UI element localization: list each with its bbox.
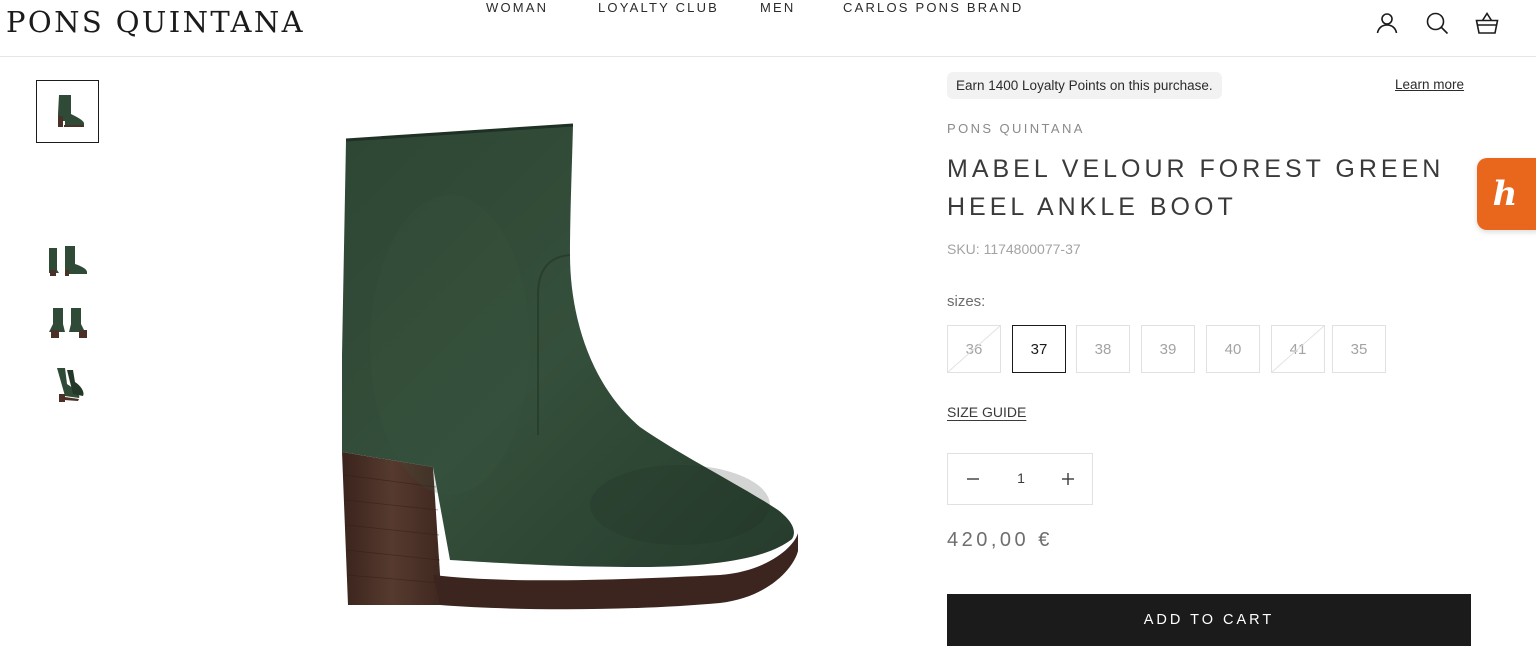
site-logo[interactable]: PONS QUINTANA: [6, 4, 305, 40]
loyalty-points-banner: Earn 1400 Loyalty Points on this purchas…: [947, 72, 1222, 99]
quantity-value[interactable]: 1: [1008, 470, 1034, 486]
honey-logo-icon: h: [1492, 174, 1518, 214]
honey-extension-button[interactable]: h: [1477, 158, 1536, 230]
size-label: 39: [1159, 340, 1177, 358]
thumbnail-3[interactable]: [36, 290, 99, 353]
unavailable-strike-icon: [948, 326, 1000, 372]
size-option-41[interactable]: 41: [1271, 325, 1325, 373]
header-actions: [1374, 10, 1500, 36]
boot-pair-thumbnail-image: [48, 245, 87, 276]
size-option-38[interactable]: 38: [1076, 325, 1130, 373]
sku-value: 1174800077-37: [983, 241, 1081, 257]
product-price: 420,00 €: [947, 529, 1053, 551]
size-option-36[interactable]: 36: [947, 325, 1001, 373]
thumbnail-1[interactable]: [36, 80, 99, 143]
nav-carlos-pons-brand[interactable]: CARLOS PONS BRAND: [843, 0, 1023, 16]
site-header: PONS QUINTANA WOMAN LOYALTY CLUB MEN CAR…: [0, 0, 1536, 57]
add-to-cart-button[interactable]: ADD TO CART: [947, 594, 1471, 646]
size-option-37[interactable]: 37: [1012, 325, 1066, 373]
thumbnail-4[interactable]: [36, 353, 99, 416]
learn-more-link[interactable]: Learn more: [1395, 76, 1464, 94]
boot-thumbnail-image: [57, 94, 84, 127]
size-label: 40: [1224, 340, 1242, 358]
boot-pair-angle-thumbnail-image: [56, 367, 84, 402]
minus-icon: [967, 478, 979, 480]
unavailable-strike-icon: [1272, 326, 1324, 372]
size-option-39[interactable]: 39: [1141, 325, 1195, 373]
product-main-image: [342, 123, 798, 610]
product-title: MABEL VELOUR FOREST GREEN HEEL ANKLE BOO…: [947, 155, 1445, 221]
sku-label: SKU:: [947, 241, 980, 257]
search-icon[interactable]: [1424, 10, 1450, 36]
quantity-decrease-button[interactable]: [962, 468, 984, 490]
size-option-35[interactable]: 35: [1332, 325, 1386, 373]
nav-men[interactable]: MEN: [760, 0, 796, 16]
thumbnail-2[interactable]: [36, 230, 99, 293]
quantity-stepper: 1: [947, 453, 1093, 505]
sizes-label: sizes:: [947, 293, 986, 310]
cart-icon[interactable]: [1474, 10, 1500, 36]
product-sku: SKU: 1174800077-37: [947, 240, 1081, 258]
size-label: 37: [1030, 340, 1048, 358]
quantity-increase-button[interactable]: [1057, 468, 1079, 490]
size-option-40[interactable]: 40: [1206, 325, 1260, 373]
product-brand[interactable]: PONS QUINTANA: [947, 121, 1085, 137]
boot-pair-back-thumbnail-image: [48, 307, 87, 338]
size-guide-link[interactable]: SIZE GUIDE: [947, 403, 1026, 421]
size-label: 38: [1094, 340, 1112, 358]
plus-icon: [1062, 473, 1074, 485]
size-label: 35: [1350, 340, 1368, 358]
nav-woman[interactable]: WOMAN: [486, 0, 548, 16]
nav-loyalty-club[interactable]: LOYALTY CLUB: [598, 0, 719, 16]
account-icon[interactable]: [1374, 10, 1400, 36]
